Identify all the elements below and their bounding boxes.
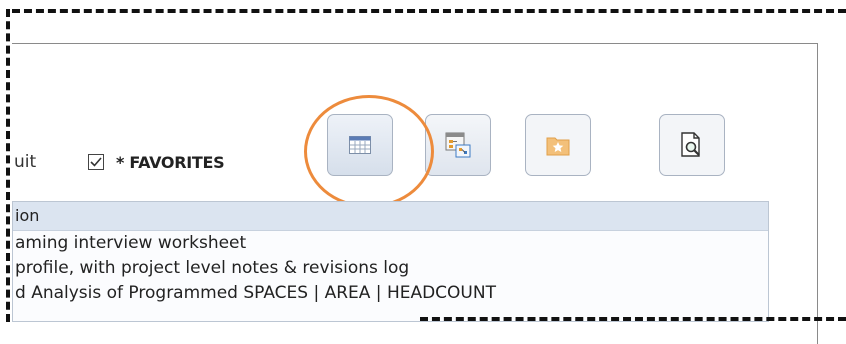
- star-folder-icon: [546, 137, 570, 156]
- list-item[interactable]: profile, with project level notes & revi…: [13, 256, 768, 281]
- dashed-border-top: [12, 9, 846, 13]
- checkmark-icon: [90, 157, 102, 167]
- dashed-border-bottom: [420, 317, 846, 321]
- dashed-border-left: [6, 9, 10, 322]
- toolbar-partial-label: uit: [14, 152, 37, 172]
- favorites-checkbox[interactable]: [88, 154, 104, 170]
- favorites-label: * FAVORITES: [116, 152, 225, 172]
- report-list: ion aming interview worksheet profile, w…: [12, 201, 769, 322]
- favorites-toggle[interactable]: * FAVORITES: [88, 150, 225, 174]
- document-search-icon: [681, 132, 700, 157]
- list-item[interactable]: aming interview worksheet: [13, 231, 768, 256]
- preview-document-button[interactable]: [659, 114, 725, 176]
- favorite-folder-button[interactable]: [525, 114, 591, 176]
- column-header-description[interactable]: ion: [13, 202, 768, 231]
- org-chart-button[interactable]: [425, 114, 491, 176]
- list-item[interactable]: d Analysis of Programmed SPACES | AREA |…: [13, 281, 768, 306]
- org-chart-window-icon: [445, 132, 471, 158]
- highlight-circle-annotation: [304, 95, 434, 208]
